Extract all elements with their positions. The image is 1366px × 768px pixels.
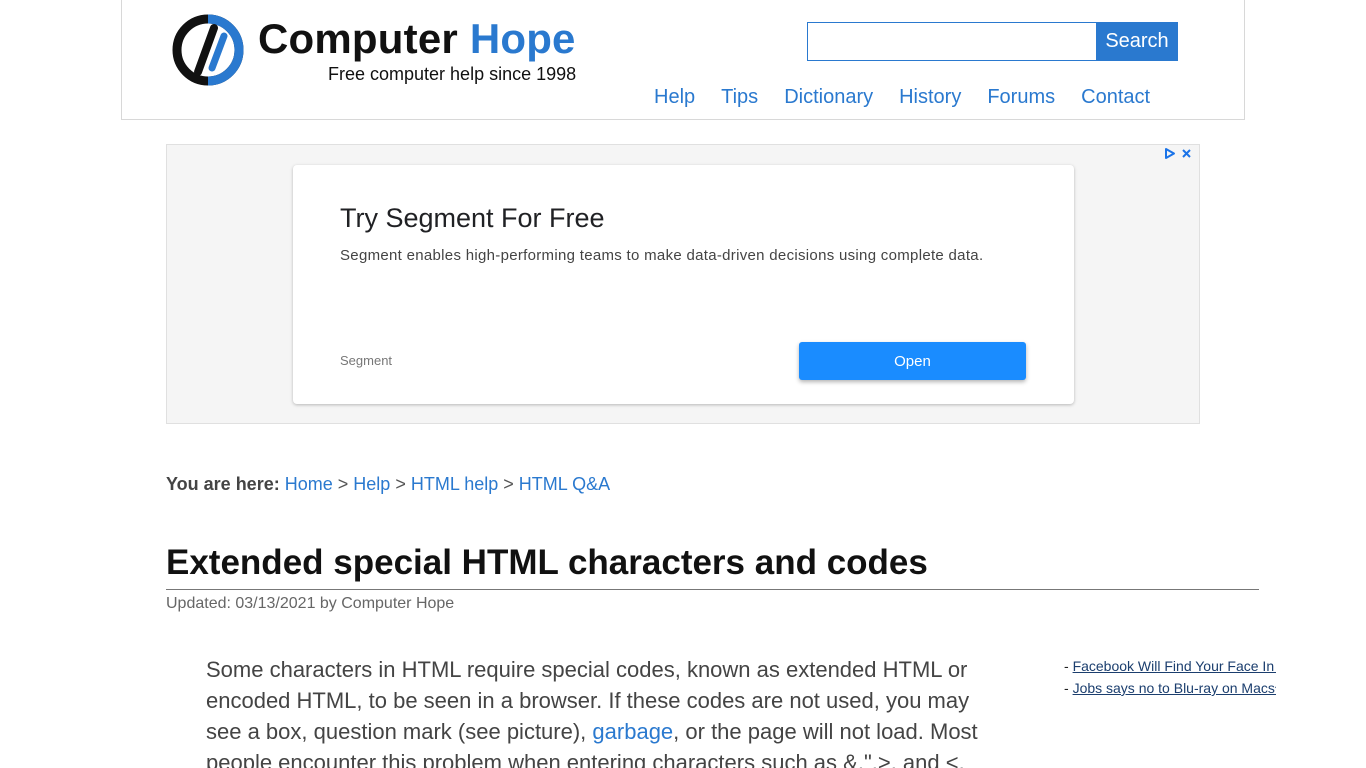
news-item: - Jobs says no to Blu-ray on Macs� <box>1064 677 1276 699</box>
news-link[interactable]: Jobs says no to Blu-ray on Macs� <box>1073 680 1276 696</box>
nav-forums[interactable]: Forums <box>987 86 1055 109</box>
ad-description: Segment enables high-performing teams to… <box>340 247 984 264</box>
nav-tips[interactable]: Tips <box>721 86 758 109</box>
brand-accent: Hope <box>469 15 576 62</box>
main-nav: Help Tips Dictionary History Forums Cont… <box>654 86 1150 109</box>
breadcrumb-html-help[interactable]: HTML help <box>411 474 498 494</box>
ad-sponsor: Segment <box>340 353 393 368</box>
breadcrumb: You are here: Home > Help > HTML help > … <box>166 474 610 495</box>
news-list: - Facebook Will Find Your Face In T - Jo… <box>1064 655 1276 699</box>
nav-contact[interactable]: Contact <box>1081 86 1150 109</box>
breadcrumb-help[interactable]: Help <box>353 474 390 494</box>
ad-card[interactable]: Try Segment For Free Segment enables hig… <box>293 165 1074 404</box>
nav-history[interactable]: History <box>899 86 961 109</box>
site-header: Computer Hope Free computer help since 1… <box>121 0 1245 120</box>
brand-main: Computer <box>258 15 458 62</box>
ad-title[interactable]: Try Segment For Free <box>340 203 605 234</box>
ad-controls <box>1163 147 1193 160</box>
news-item: - Facebook Will Find Your Face In T <box>1064 655 1276 677</box>
tagline: Free computer help since 1998 <box>328 64 577 84</box>
nav-help[interactable]: Help <box>654 86 695 109</box>
page-title: Extended special HTML characters and cod… <box>166 543 1259 590</box>
updated-date: Updated: 03/13/2021 by Computer Hope <box>166 595 455 612</box>
brand-name[interactable]: Computer Hope <box>258 16 576 62</box>
adchoices-play-icon[interactable] <box>1163 147 1176 160</box>
news-link[interactable]: Facebook Will Find Your Face In T <box>1073 658 1276 674</box>
ad-open-button[interactable]: Open <box>799 342 1026 380</box>
breadcrumb-separator: > <box>337 474 349 494</box>
garbage-link[interactable]: garbage <box>592 719 673 744</box>
breadcrumb-separator: > <box>503 474 514 494</box>
breadcrumb-home[interactable]: Home <box>285 474 333 494</box>
ad-close-icon[interactable] <box>1180 147 1193 160</box>
breadcrumb-separator: > <box>395 474 406 494</box>
search-button[interactable]: Search <box>1096 22 1178 61</box>
search-input[interactable] <box>807 22 1097 61</box>
advertisement: Try Segment For Free Segment enables hig… <box>166 144 1200 424</box>
breadcrumb-prefix: You are here: <box>166 474 280 494</box>
nav-dictionary[interactable]: Dictionary <box>784 86 873 109</box>
breadcrumb-html-qa[interactable]: HTML Q&A <box>519 474 610 494</box>
computer-hope-logo-icon[interactable] <box>172 14 244 86</box>
article-intro: Some characters in HTML require special … <box>206 654 981 768</box>
